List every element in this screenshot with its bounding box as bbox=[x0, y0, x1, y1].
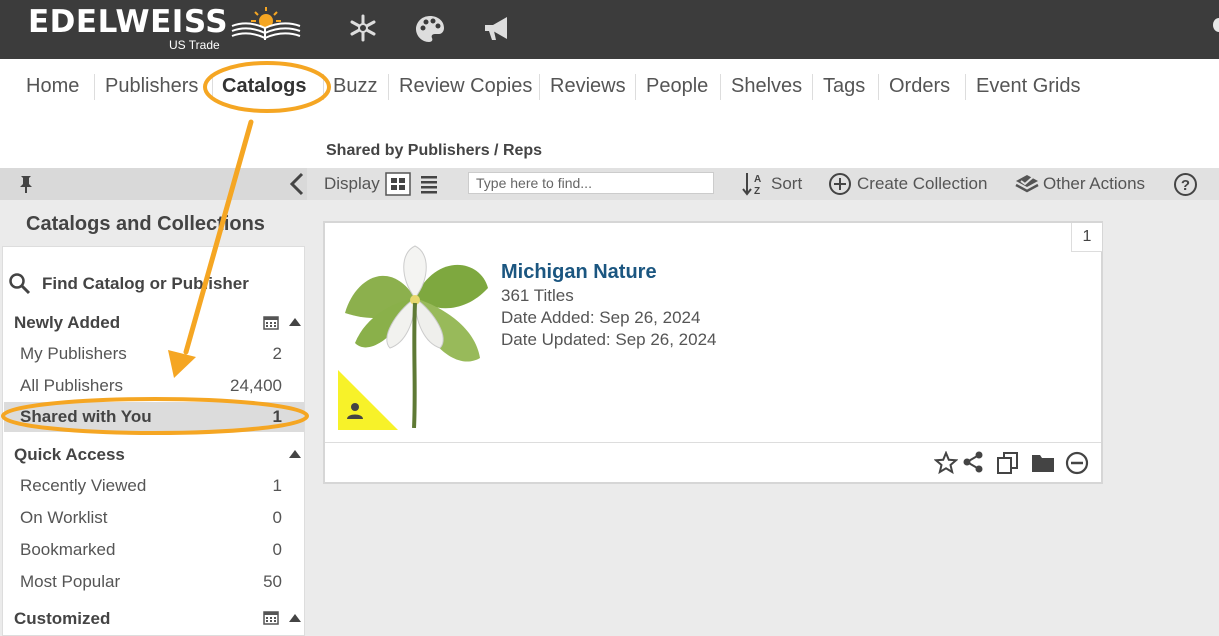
sidebar-title: Catalogs and Collections bbox=[26, 213, 265, 235]
nav-home[interactable]: Home bbox=[26, 75, 79, 98]
shared-badge bbox=[338, 370, 398, 430]
sidebar-item-count: 0 bbox=[272, 508, 282, 527]
svg-text:A: A bbox=[754, 174, 761, 185]
nav-reviews[interactable]: Reviews bbox=[550, 75, 626, 98]
quick-access-heading[interactable]: Quick Access bbox=[14, 445, 125, 465]
sidebar-item-count: 0 bbox=[272, 540, 282, 559]
page-heading: Shared by Publishers / Reps bbox=[326, 142, 543, 159]
sidebar-item-all-publishers[interactable]: All Publishers bbox=[20, 376, 123, 396]
sidebar-item-recently-viewed[interactable]: Recently Viewed bbox=[20, 476, 146, 496]
sidebar-item-count: 1 bbox=[272, 476, 282, 495]
display-label: Display bbox=[324, 174, 380, 193]
nav-buzz[interactable]: Buzz bbox=[333, 75, 377, 98]
collapse-quick-access-icon[interactable] bbox=[289, 450, 301, 458]
nav-divider bbox=[720, 74, 721, 100]
collapse-chevron-icon[interactable] bbox=[288, 172, 306, 196]
newly-added-heading[interactable]: Newly Added bbox=[14, 313, 120, 333]
sidebar-item-shared-with-you[interactable]: Shared with You bbox=[20, 407, 152, 427]
other-actions-icon[interactable] bbox=[1014, 171, 1040, 197]
other-actions-button[interactable]: Other Actions bbox=[1043, 174, 1145, 194]
nav-divider bbox=[539, 74, 540, 100]
palette-icon[interactable] bbox=[414, 13, 446, 45]
pin-icon[interactable] bbox=[16, 174, 36, 194]
nav-divider bbox=[94, 74, 95, 100]
nav-tags[interactable]: Tags bbox=[823, 75, 865, 98]
star-icon[interactable] bbox=[934, 451, 958, 475]
brand-subtitle: US Trade bbox=[169, 38, 220, 52]
grid-view-icon[interactable] bbox=[385, 172, 411, 196]
card-divider bbox=[325, 442, 1101, 443]
nav-divider bbox=[812, 74, 813, 100]
search-input[interactable] bbox=[468, 172, 714, 194]
customized-heading[interactable]: Customized bbox=[14, 609, 110, 629]
remove-icon[interactable] bbox=[1065, 451, 1089, 475]
catalog-date-added: Date Added: Sep 26, 2024 bbox=[501, 308, 701, 327]
svg-text:?: ? bbox=[1181, 177, 1190, 194]
sidebar-item-count: 1 bbox=[272, 407, 282, 426]
plus-circle-icon[interactable] bbox=[828, 172, 852, 196]
top-bar: EDELWEISS US Trade bbox=[0, 0, 1219, 59]
sidebar-item-on-worklist[interactable]: On Worklist bbox=[20, 508, 108, 528]
calendar-icon[interactable] bbox=[263, 609, 279, 625]
nav-divider bbox=[388, 74, 389, 100]
nav-review-copies[interactable]: Review Copies bbox=[399, 75, 532, 98]
sidebar-item-my-publishers[interactable]: My Publishers bbox=[20, 344, 127, 364]
catalog-card-count: 1 bbox=[1071, 223, 1102, 252]
catalog-title-link[interactable]: Michigan Nature bbox=[501, 261, 657, 284]
megaphone-icon[interactable] bbox=[481, 13, 513, 45]
brand-logo[interactable]: EDELWEISS US Trade bbox=[28, 4, 229, 52]
collapse-customized-icon[interactable] bbox=[289, 614, 301, 622]
list-view-icon[interactable] bbox=[420, 174, 440, 194]
find-catalog-link[interactable]: Find Catalog or Publisher bbox=[42, 274, 249, 294]
book-sun-logo-icon bbox=[231, 7, 301, 40]
share-icon[interactable] bbox=[962, 451, 984, 473]
sidebar-item-most-popular[interactable]: Most Popular bbox=[20, 572, 120, 592]
sort-button[interactable]: Sort bbox=[771, 174, 802, 194]
main-nav: Home Publishers Catalogs Buzz Review Cop… bbox=[0, 60, 1219, 116]
sidebar-toolbar bbox=[0, 168, 307, 200]
sidebar-item-count: 50 bbox=[263, 572, 282, 591]
nav-divider bbox=[635, 74, 636, 100]
nav-divider bbox=[212, 74, 213, 100]
nav-people[interactable]: People bbox=[646, 75, 708, 98]
sidebar-item-bookmarked[interactable]: Bookmarked bbox=[20, 540, 115, 560]
user-avatar-edge[interactable] bbox=[1213, 18, 1219, 32]
nav-divider bbox=[965, 74, 966, 100]
catalog-date-updated: Date Updated: Sep 26, 2024 bbox=[501, 330, 717, 349]
folder-icon[interactable] bbox=[1031, 452, 1055, 474]
svg-text:Z: Z bbox=[754, 186, 760, 197]
sort-az-icon[interactable]: A Z bbox=[742, 171, 766, 197]
create-collection-button[interactable]: Create Collection bbox=[857, 174, 987, 194]
help-icon[interactable]: ? bbox=[1173, 172, 1198, 197]
catalog-title-count: 361 Titles bbox=[501, 286, 574, 305]
snowflake-icon[interactable] bbox=[348, 13, 378, 43]
nav-orders[interactable]: Orders bbox=[889, 75, 950, 98]
nav-event-grids[interactable]: Event Grids bbox=[976, 75, 1080, 98]
nav-catalogs[interactable]: Catalogs bbox=[222, 75, 306, 98]
nav-divider bbox=[878, 74, 879, 100]
sidebar-item-count: 24,400 bbox=[230, 376, 282, 395]
person-icon bbox=[347, 403, 363, 419]
sidebar-item-count: 2 bbox=[272, 344, 282, 363]
search-icon[interactable] bbox=[8, 272, 32, 296]
nav-divider bbox=[323, 74, 324, 100]
nav-shelves[interactable]: Shelves bbox=[731, 75, 802, 98]
calendar-icon[interactable] bbox=[263, 314, 279, 330]
collapse-newly-added-icon[interactable] bbox=[289, 318, 301, 326]
copy-icon[interactable] bbox=[996, 451, 1020, 475]
brand-name: EDELWEISS bbox=[28, 4, 229, 40]
nav-publishers[interactable]: Publishers bbox=[105, 75, 198, 98]
